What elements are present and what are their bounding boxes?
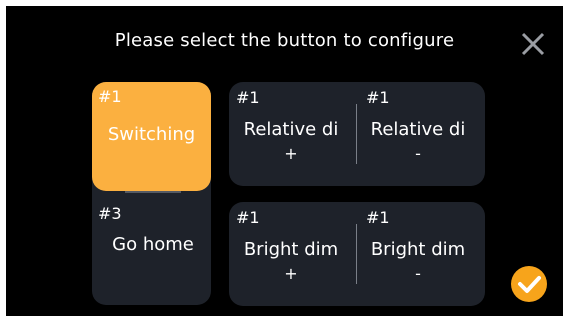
button-sign: + (284, 144, 298, 163)
button-label: Go home (112, 234, 194, 255)
button-label: Bright dim (243, 239, 339, 260)
button-number: #3 (98, 204, 122, 223)
button-number: #1 (236, 88, 260, 107)
button-label: Relative di (243, 119, 339, 140)
close-icon (521, 32, 545, 56)
button-number: #1 (98, 87, 122, 106)
button-label: Relative di (370, 119, 466, 140)
bright-dim-pair: #1 Bright dim + #1 Bright dim - (229, 202, 485, 306)
button-sign: + (284, 264, 298, 283)
button-number: #1 (236, 208, 260, 227)
button-number: #1 (366, 88, 390, 107)
check-icon (518, 276, 541, 293)
bright-dim-minus-button[interactable]: #1 Bright dim - (357, 202, 485, 306)
relative-dim-plus-button[interactable]: #1 Relative di + (229, 82, 356, 186)
button-label: Switching (107, 124, 196, 145)
button-number: #1 (366, 208, 390, 227)
button-label: Bright dim (370, 239, 466, 260)
button-connector (125, 191, 181, 193)
button-3-go-home[interactable]: #3 Go home (92, 196, 211, 304)
confirm-button[interactable] (511, 266, 547, 302)
button-sign: - (415, 264, 421, 283)
screen: Please select the button to configure #1… (0, 0, 569, 322)
close-button[interactable] (520, 31, 546, 57)
page-title: Please select the button to configure (114, 30, 455, 51)
button-sign: - (415, 144, 421, 163)
button-1-switching[interactable]: #1 Switching (92, 82, 211, 191)
relative-dim-minus-button[interactable]: #1 Relative di - (357, 82, 485, 186)
bright-dim-plus-button[interactable]: #1 Bright dim + (229, 202, 356, 306)
relative-dim-pair: #1 Relative di + #1 Relative di - (229, 82, 485, 186)
